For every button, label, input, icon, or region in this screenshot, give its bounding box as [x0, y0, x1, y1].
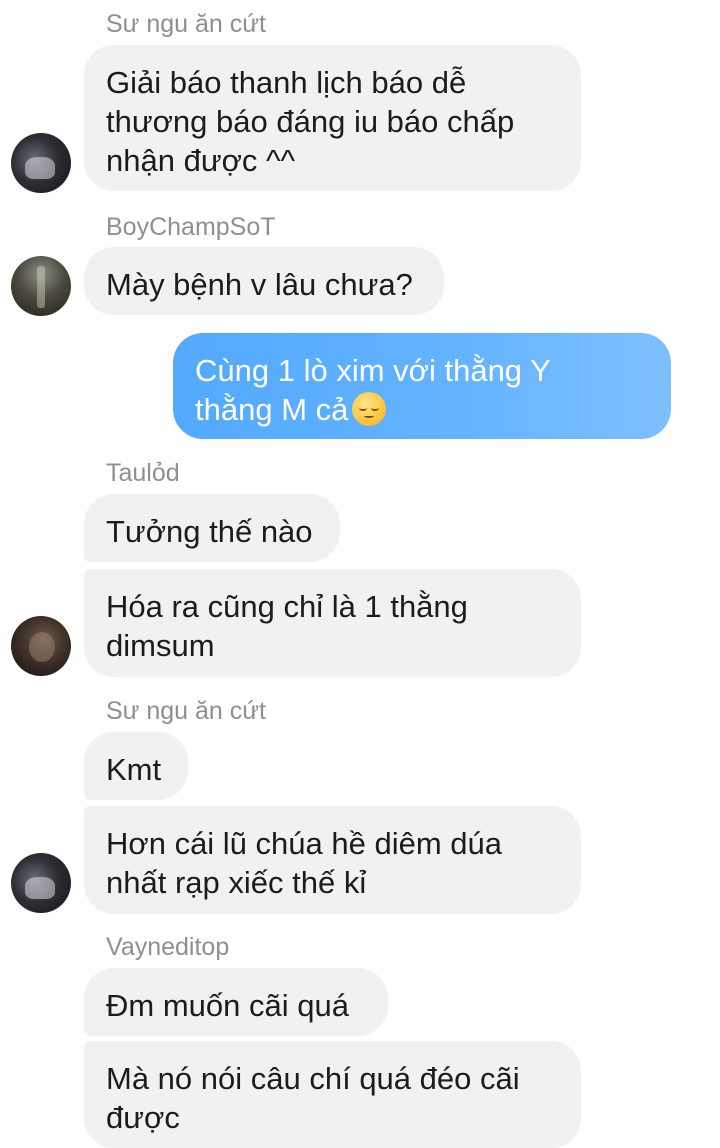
message-bubble[interactable]: Hơn cái lũ chúa hề diêm dúa nhất rạp xiế… [84, 806, 581, 914]
message-bubble[interactable]: Đm muốn cãi quá [84, 968, 388, 1036]
sender-name: Sư ngu ăn cứt [106, 10, 266, 38]
message-bubble[interactable]: Giải báo thanh lịch báo dễ thương báo đá… [84, 45, 581, 191]
outgoing-message-bubble[interactable]: Cùng 1 lò xim với thằng Y thằng M cả [173, 333, 671, 439]
relieved-face-emoji-icon [352, 392, 387, 426]
sender-name: Sư ngu ăn cứt [106, 697, 266, 725]
avatar[interactable] [11, 256, 71, 316]
message-bubble[interactable]: Tưởng thế nào [84, 494, 340, 562]
avatar[interactable] [11, 616, 71, 676]
sender-name: BoyChampSoT [106, 213, 276, 241]
sender-name: Vayneditop [106, 933, 230, 961]
avatar[interactable] [11, 133, 71, 193]
message-bubble[interactable]: Hóa ra cũng chỉ là 1 thằng dimsum [84, 569, 581, 677]
message-bubble[interactable]: Kmt [84, 732, 188, 800]
message-bubble[interactable]: Mày bệnh v lâu chưa? [84, 247, 444, 315]
chat-thread: Sư ngu ăn cứt Giải báo thanh lịch báo dễ… [0, 0, 720, 1148]
sender-name: Taulỏd [106, 459, 180, 487]
message-bubble[interactable]: Mà nó nói câu chí quá đéo cãi được [84, 1041, 581, 1148]
avatar[interactable] [11, 853, 71, 913]
